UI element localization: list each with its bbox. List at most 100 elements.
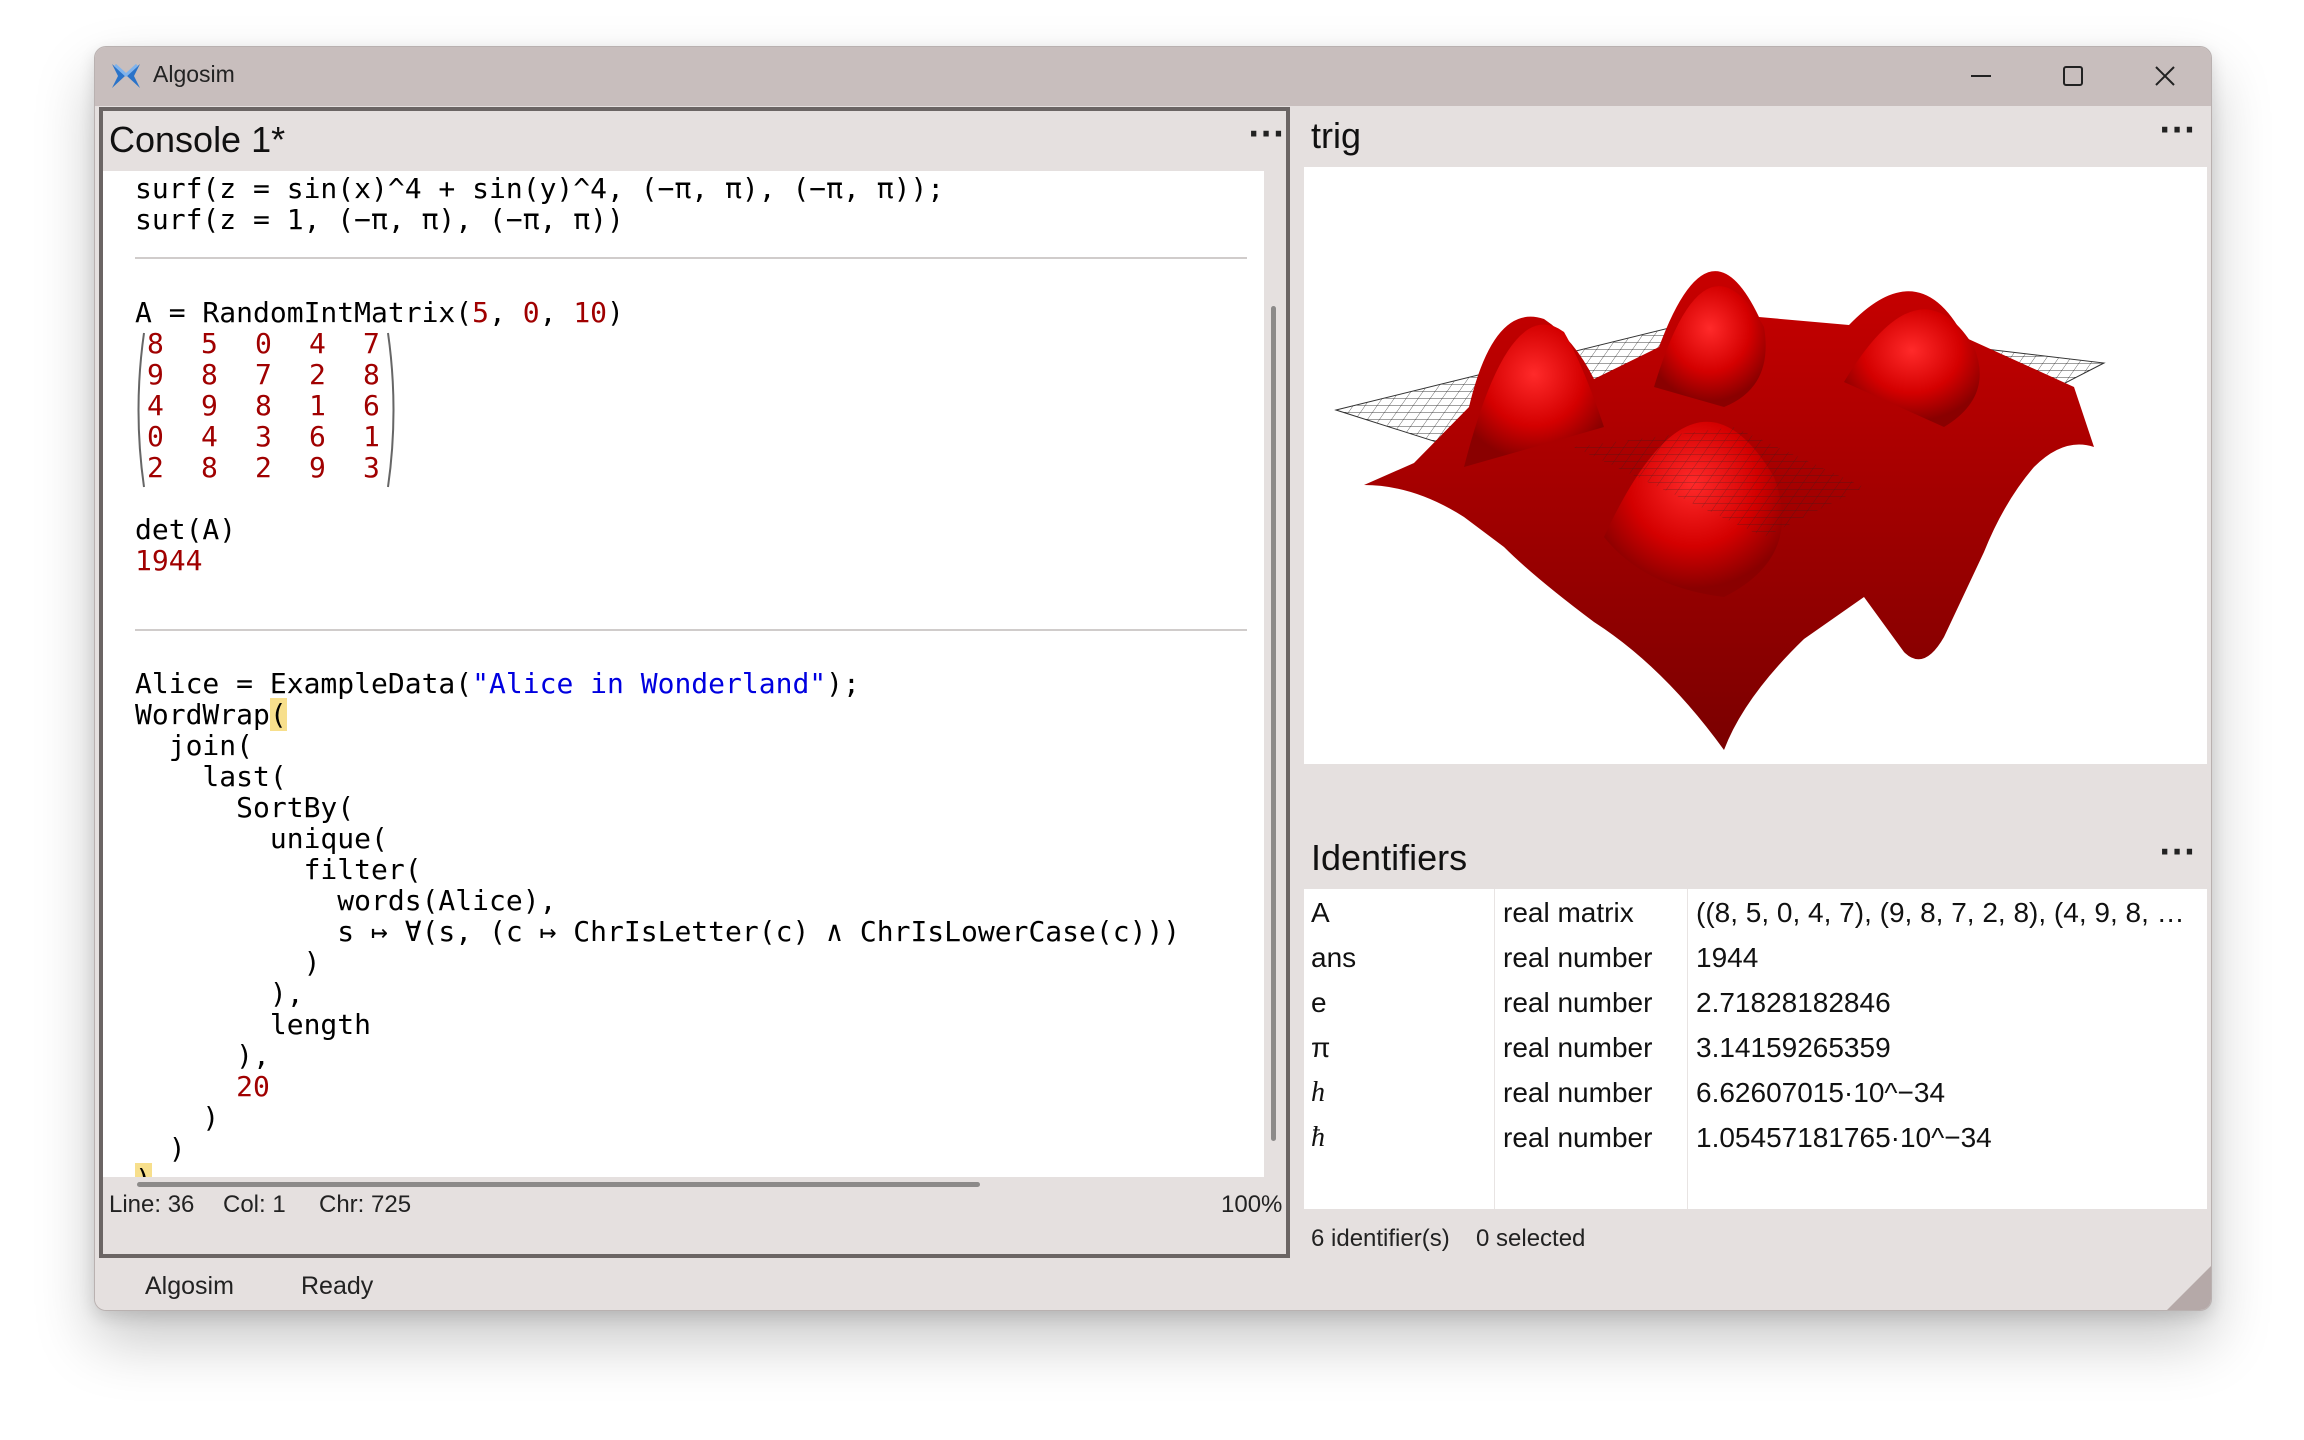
output-det: 1944 <box>135 544 203 577</box>
identifier-count: 6 identifier(s) <box>1311 1225 1450 1252</box>
plot-pane[interactable]: trig ··· <box>1304 107 2207 805</box>
identifier-selected: 0 selected <box>1476 1225 1586 1252</box>
close-button[interactable] <box>2119 47 2211 106</box>
status-bar: Algosim Ready <box>95 1262 2211 1310</box>
identifier-value: 3.14159265359 <box>1696 1032 1891 1063</box>
identifier-name: h <box>1311 1077 1325 1108</box>
matrix-cell: 6 <box>363 389 380 422</box>
identifier-type: real number <box>1503 942 1653 973</box>
code-line: words(Alice), <box>135 884 557 917</box>
matrix-cell: 8 <box>201 358 218 391</box>
code-line: ) <box>135 1132 186 1165</box>
code-line: length <box>135 1008 372 1041</box>
identifier-row[interactable]: Areal matrix ((8, 5, 0, 4, 7), (9, 8, 7, … <box>1304 891 2207 936</box>
console-pane[interactable]: Console 1* ··· surf(z = sin(x)^4 + sin(y… <box>99 107 1290 1258</box>
matrix-cell: 0 <box>147 420 164 453</box>
identifier-name: π <box>1311 1032 1331 1063</box>
identifier-type: real number <box>1503 987 1653 1018</box>
footer-app-name: Algosim <box>145 1272 234 1300</box>
matrix-cell: 2 <box>309 358 326 391</box>
identifier-name: ħ <box>1311 1122 1325 1153</box>
matrix-cell: 3 <box>255 420 272 453</box>
code-line-number: 20 <box>236 1070 270 1103</box>
identifiers-title: Identifiers <box>1311 837 1468 878</box>
code-line-wordwrap: WordWrap( <box>135 698 287 731</box>
code-line-2: surf(z = 1, (−π, π), (−π, π)) <box>135 203 624 236</box>
matrix-cell: 9 <box>201 389 218 422</box>
code-line-last: ) <box>135 1163 152 1177</box>
status-chr: Chr: 725 <box>319 1191 412 1218</box>
code-line: join( <box>135 729 254 762</box>
plot-menu-button[interactable]: ··· <box>2159 113 2196 148</box>
identifiers-table[interactable]: Areal matrix ((8, 5, 0, 4, 7), (9, 8, 7, … <box>1304 889 2207 1209</box>
cell-separator <box>135 629 1247 631</box>
horizontal-scrollbar[interactable] <box>137 1182 980 1187</box>
matrix-cell: 1 <box>363 420 380 453</box>
identifier-name: A <box>1311 897 1330 928</box>
status-line: Line: 36 <box>109 1191 195 1218</box>
matrix-cell: 8 <box>147 327 164 360</box>
code-line-randommatrix: A = RandomIntMatrix(5, 0, 10) <box>135 296 624 329</box>
maximize-icon <box>2063 66 2083 86</box>
red-surface <box>1364 271 2094 750</box>
plot-title: trig <box>1311 115 1362 156</box>
matrix-cell: 8 <box>201 451 218 484</box>
window-title: Algosim <box>153 61 235 87</box>
resize-grip[interactable] <box>2167 1266 2211 1310</box>
matrix-cell: 9 <box>309 451 326 484</box>
matrix-cell: 8 <box>255 389 272 422</box>
matrix-cell: 4 <box>147 389 164 422</box>
status-zoom: 100% <box>1221 1191 1283 1218</box>
matrix-left-bracket <box>137 332 145 488</box>
code-line-1: surf(z = sin(x)^4 + sin(y)^4, (−π, π), (… <box>135 172 945 205</box>
identifier-row[interactable]: h real number 6.62607015·10^−34 <box>1304 1071 2207 1116</box>
code-line: SortBy( <box>135 791 355 824</box>
identifier-row[interactable]: ans real number 1944 <box>1304 936 2207 981</box>
footer-status: Ready <box>301 1272 374 1300</box>
app-window: Algosim Console 1* ··· surf(z = sin(x)^4… <box>94 46 2212 1311</box>
identifier-value: 1.05457181765·10^−34 <box>1696 1122 1992 1153</box>
title-bar[interactable]: Algosim <box>95 47 2211 106</box>
plot-canvas[interactable] <box>1304 167 2207 764</box>
matrix-cell: 7 <box>363 327 380 360</box>
code-editor[interactable]: surf(z = sin(x)^4 + sin(y)^4, (−π, π), (… <box>103 171 1264 1177</box>
identifier-type: real number <box>1503 1032 1653 1063</box>
maximize-button[interactable] <box>2027 47 2119 106</box>
identifier-value: 2.71828182846 <box>1696 987 1891 1018</box>
code-line-det: det(A) <box>135 513 237 546</box>
console-menu-button[interactable]: ··· <box>1248 117 1285 152</box>
surface-plot[interactable] <box>1304 167 2207 764</box>
matrix-cell: 4 <box>309 327 326 360</box>
code-line: unique( <box>135 822 388 855</box>
code-line: ) <box>135 946 321 979</box>
vertical-scrollbar[interactable] <box>1271 306 1276 1141</box>
matrix-cell: 6 <box>309 420 326 453</box>
identifier-type: real number <box>1503 1077 1653 1108</box>
identifier-name: e <box>1311 987 1327 1018</box>
status-col: Col: 1 <box>223 1191 286 1218</box>
identifier-value: ((8, 5, 0, 4, 7), (9, 8, 7, 2, 8), (4, 9… <box>1696 897 2185 928</box>
matrix-cell: 7 <box>255 358 272 391</box>
matrix-cell: 1 <box>309 389 326 422</box>
identifier-row[interactable]: π real number 3.14159265359 <box>1304 1026 2207 1071</box>
matrix-cell: 2 <box>147 451 164 484</box>
matrix-cell: 0 <box>255 327 272 360</box>
code-line: s ↦ ∀(s, (c ↦ ChrIsLetter(c) ∧ ChrIsLowe… <box>135 915 1181 948</box>
minimize-button[interactable] <box>1935 47 2027 106</box>
identifier-row[interactable]: e real number 2.71828182846 <box>1304 981 2207 1026</box>
identifiers-menu-button[interactable]: ··· <box>2159 835 2196 870</box>
algosim-logo-icon <box>112 63 140 88</box>
cell-separator <box>135 257 1247 259</box>
matrix-cell: 8 <box>363 358 380 391</box>
identifier-type: real matrix <box>1503 897 1634 928</box>
console-title: Console 1* <box>109 119 286 160</box>
matrix-cell: 3 <box>363 451 380 484</box>
identifier-type: real number <box>1503 1122 1653 1153</box>
identifiers-pane[interactable]: Identifiers ··· Areal matrix ((8, 5, 0, 4… <box>1304 829 2207 1259</box>
matrix-cell: 9 <box>147 358 164 391</box>
code-line: ), <box>135 1039 270 1072</box>
identifier-row[interactable]: ħ real number 1.05457181765·10^−34 <box>1304 1116 2207 1161</box>
code-line: last( <box>135 760 287 793</box>
matrix-cell: 5 <box>201 327 218 360</box>
code-line: ), <box>135 977 304 1010</box>
